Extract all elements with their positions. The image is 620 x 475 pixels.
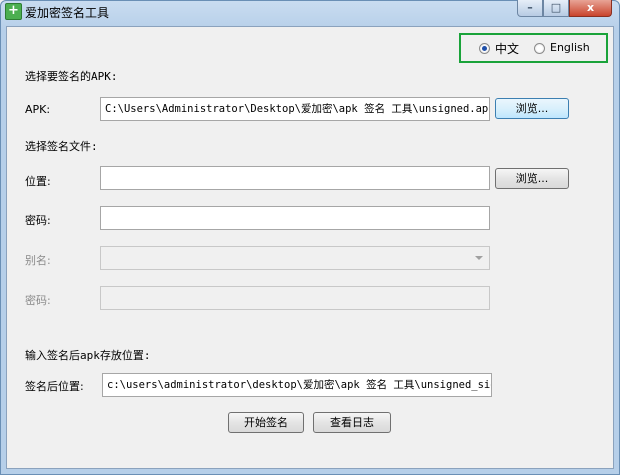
output-section-heading: 输入签名后apk存放位置: — [25, 349, 151, 362]
apk-browse-button[interactable]: 浏览... — [495, 98, 569, 119]
keystore-location-field[interactable] — [100, 166, 490, 190]
radio-english[interactable] — [534, 43, 545, 54]
alias-dropdown — [100, 246, 490, 270]
language-selector: 中文 English — [459, 33, 608, 63]
minimize-button[interactable]: – — [517, 0, 543, 17]
sign-file-section-heading: 选择签名文件: — [25, 140, 98, 153]
apk-label: APK: — [25, 103, 51, 116]
apk-path-field[interactable]: C:\Users\Administrator\Desktop\爱加密\apk 签… — [100, 97, 490, 121]
output-label: 签名后位置: — [25, 380, 84, 393]
radio-chinese[interactable] — [479, 43, 490, 54]
start-sign-button[interactable]: 开始签名 — [228, 412, 304, 433]
password-label: 密码: — [25, 214, 51, 227]
alias-password-label: 密码: — [25, 294, 51, 307]
apk-section-heading: 选择要签名的APK: — [25, 70, 118, 83]
app-icon: + — [5, 3, 22, 20]
window-title: 爱加密签名工具 — [25, 6, 110, 20]
close-button[interactable]: x — [569, 0, 612, 17]
chevron-down-icon — [475, 256, 483, 260]
radio-chinese-label[interactable]: 中文 — [495, 40, 519, 57]
keystore-password-field[interactable] — [100, 206, 490, 230]
alias-password-field — [100, 286, 490, 310]
keystore-browse-button[interactable]: 浏览... — [495, 168, 569, 189]
radio-english-label[interactable]: English — [550, 41, 590, 54]
alias-label: 别名: — [25, 254, 51, 267]
view-log-button[interactable]: 查看日志 — [313, 412, 391, 433]
maximize-button[interactable]: □ — [543, 0, 569, 17]
output-path-field[interactable]: c:\users\administrator\desktop\爱加密\apk 签… — [102, 373, 492, 397]
title-bar[interactable]: + 爱加密签名工具 – □ x — [0, 0, 620, 24]
location-label: 位置: — [25, 175, 51, 188]
